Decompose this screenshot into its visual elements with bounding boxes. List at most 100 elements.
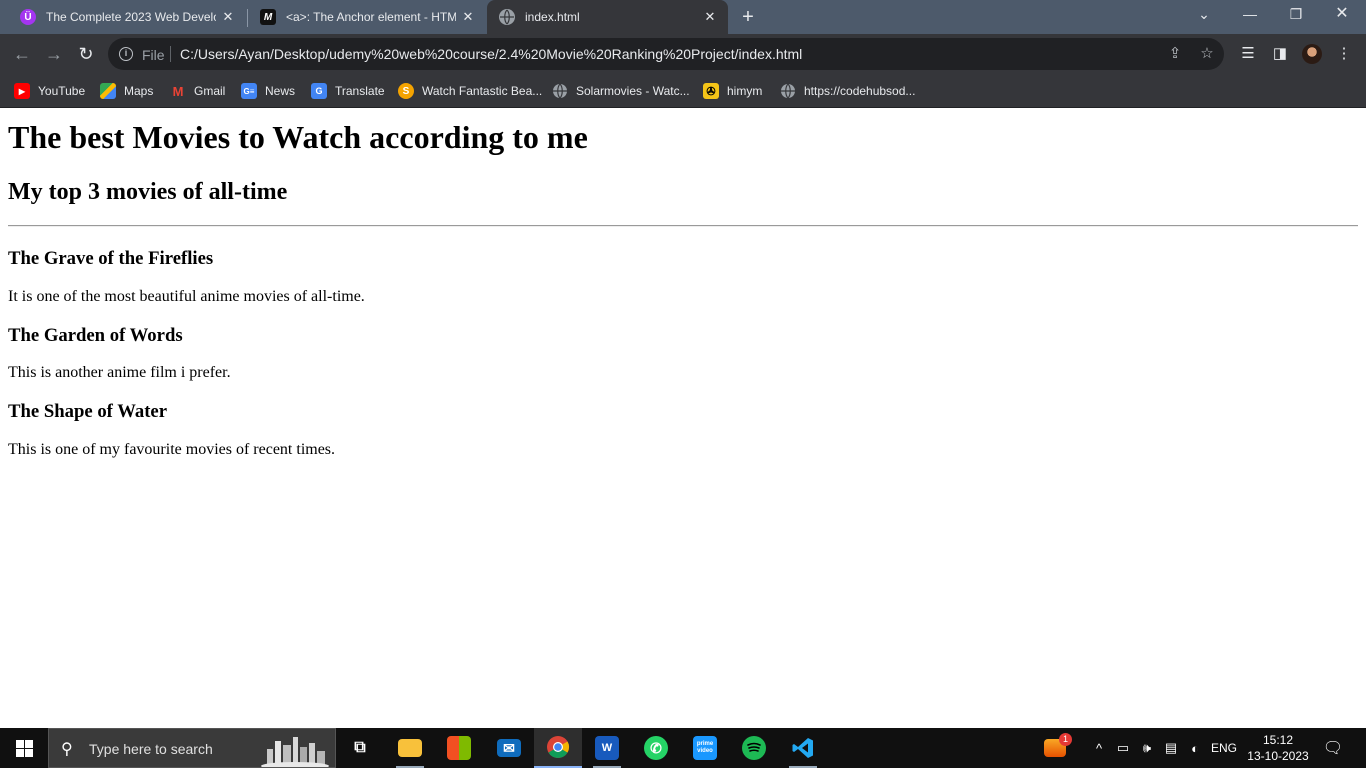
bookmark-fantastic-beasts[interactable]: S Watch Fantastic Bea... <box>398 82 542 100</box>
spotify-button[interactable] <box>730 728 778 768</box>
globe-icon <box>552 83 568 99</box>
file-explorer-button[interactable] <box>386 728 434 768</box>
tab-index-html[interactable]: index.html ✕ <box>487 0 728 34</box>
word-button[interactable]: W <box>583 728 631 768</box>
mail-icon: ✉ <box>497 739 521 757</box>
bookmark-star-icon[interactable]: ☆ <box>1198 45 1216 63</box>
movie-description: It is one of the most beautiful anime mo… <box>8 288 365 305</box>
forward-button[interactable]: → <box>42 42 66 66</box>
meet-now-icon[interactable]: ◐ <box>1184 728 1206 768</box>
tab-title: The Complete 2023 Web Develo <box>46 10 216 24</box>
notification-center-icon[interactable]: 🗨 <box>1316 728 1350 768</box>
whatsapp-button[interactable]: ✆ <box>632 728 680 768</box>
prime-video-icon: prime video <box>693 736 717 760</box>
show-hidden-icons-button[interactable]: ^ <box>1090 728 1108 768</box>
bookmark-label: Solarmovies - Watc... <box>576 84 690 98</box>
site-info-icon[interactable]: i <box>119 47 133 61</box>
network-icon[interactable]: ▭ <box>1112 728 1134 768</box>
whatsapp-icon: ✆ <box>644 736 668 760</box>
language-indicator[interactable]: ENG <box>1208 728 1240 768</box>
bookmark-codehubsod[interactable]: https://codehubsod... <box>780 82 915 100</box>
movie-description: This is one of my favourite movies of re… <box>8 441 336 458</box>
movie-title: The Shape of Water <box>8 401 168 422</box>
city-skyline-icon <box>261 737 329 767</box>
tab-title: index.html <box>525 10 580 24</box>
address-bar[interactable]: i File C:/Users/Ayan/Desktop/udemy%20web… <box>108 38 1224 70</box>
bookmark-solarmovies[interactable]: Solarmovies - Watc... <box>552 82 690 100</box>
globe-icon <box>780 83 796 99</box>
volume-icon[interactable]: 🕪 <box>1136 728 1158 768</box>
bookmark-label: Gmail <box>194 84 226 98</box>
gmail-icon: M <box>172 83 184 99</box>
mail-button[interactable]: ✉ <box>485 728 533 768</box>
bookmark-label: https://codehubsod... <box>804 84 916 98</box>
new-tab-button[interactable]: + <box>737 7 759 29</box>
bookmark-label: Watch Fantastic Bea... <box>422 84 543 98</box>
bookmark-label: Translate <box>335 84 385 98</box>
close-window-button[interactable]: ✕ <box>1319 0 1365 30</box>
battery-icon[interactable]: ▤ <box>1160 728 1182 768</box>
bookmark-gmail[interactable]: M Gmail <box>170 82 226 100</box>
maps-icon <box>100 83 116 99</box>
tab-separator <box>247 9 248 27</box>
microsoft-store-button[interactable] <box>435 728 483 768</box>
task-view-icon: ⧉ <box>354 739 366 756</box>
tab-title: <a>: The Anchor element - HTM <box>286 10 456 24</box>
task-view-button[interactable]: ⧉ <box>336 728 384 768</box>
site-s-icon: S <box>398 83 414 99</box>
clock-time: 15:12 <box>1262 733 1294 747</box>
reading-list-icon[interactable]: ☰ <box>1238 44 1258 64</box>
bookmark-label: News <box>265 84 296 98</box>
youtube-icon: ▶ <box>14 83 30 99</box>
tab-udemy-course[interactable]: Ü The Complete 2023 Web Develo ✕ <box>10 0 246 34</box>
tab-close-icon[interactable]: ✕ <box>702 9 718 25</box>
bookmark-maps[interactable]: Maps <box>100 82 153 100</box>
page-subtitle: My top 3 movies of all-time <box>8 179 288 205</box>
bookmarks-bar: ▶ YouTube Maps M Gmail G≡ News G Transla… <box>0 74 1366 108</box>
tab-close-icon[interactable]: ✕ <box>460 9 476 25</box>
news-icon: G≡ <box>241 83 257 99</box>
side-panel-icon[interactable]: ◨ <box>1270 44 1290 64</box>
system-clock[interactable]: 15:12 13-10-2023 <box>1243 732 1313 764</box>
weather-icon: 1 <box>1044 733 1072 757</box>
chrome-button[interactable] <box>534 728 582 768</box>
divider <box>170 46 171 62</box>
chrome-icon <box>546 735 570 759</box>
search-placeholder: Type here to search <box>89 741 213 757</box>
bookmark-label: Maps <box>124 84 154 98</box>
divider <box>8 225 1358 227</box>
tab-search-button[interactable]: ⌄ <box>1181 0 1227 30</box>
page-content: The best Movies to Watch according to me… <box>0 109 1366 728</box>
menu-kebab-icon[interactable]: ⋮ <box>1334 44 1354 64</box>
bookmark-translate[interactable]: G Translate <box>311 82 385 100</box>
bookmark-youtube[interactable]: ▶ YouTube <box>14 82 85 100</box>
reload-button[interactable]: ↻ <box>74 42 98 66</box>
mdn-icon: M <box>260 9 276 25</box>
bookmark-himym[interactable]: ✇ himym <box>703 82 762 100</box>
start-button[interactable] <box>0 728 48 768</box>
film-reel-icon: ✇ <box>703 83 719 99</box>
tab-mdn-anchor[interactable]: M <a>: The Anchor element - HTM ✕ <box>250 0 486 34</box>
bookmark-news[interactable]: G≡ News <box>241 82 295 100</box>
globe-icon <box>499 9 515 25</box>
movie-title: The Grave of the Fireflies <box>8 248 214 269</box>
notification-badge: 1 <box>1059 733 1072 746</box>
profile-avatar[interactable] <box>1302 44 1322 64</box>
prime-video-button[interactable]: prime video <box>681 728 729 768</box>
back-button[interactable]: ← <box>10 42 34 66</box>
translate-icon: G <box>311 83 327 99</box>
url-text[interactable]: C:/Users/Ayan/Desktop/udemy%20web%20cour… <box>180 46 802 62</box>
restore-button[interactable]: ❐ <box>1273 0 1319 30</box>
spotify-icon <box>742 736 766 760</box>
tab-close-icon[interactable]: ✕ <box>220 9 236 25</box>
vscode-button[interactable] <box>779 728 827 768</box>
weather-widget[interactable]: 1 <box>1038 728 1072 768</box>
word-icon: W <box>595 736 619 760</box>
udemy-icon: Ü <box>20 9 36 25</box>
search-icon: ⚲ <box>61 741 73 758</box>
scheme-label: File <box>142 47 165 63</box>
share-icon[interactable]: ⇪ <box>1166 45 1184 63</box>
taskbar-search[interactable]: ⚲ Type here to search <box>48 728 336 768</box>
minimize-button[interactable]: — <box>1227 0 1273 30</box>
taskbar: ⚲ Type here to search ⧉ ✉ W ✆ prime vide… <box>0 728 1366 768</box>
